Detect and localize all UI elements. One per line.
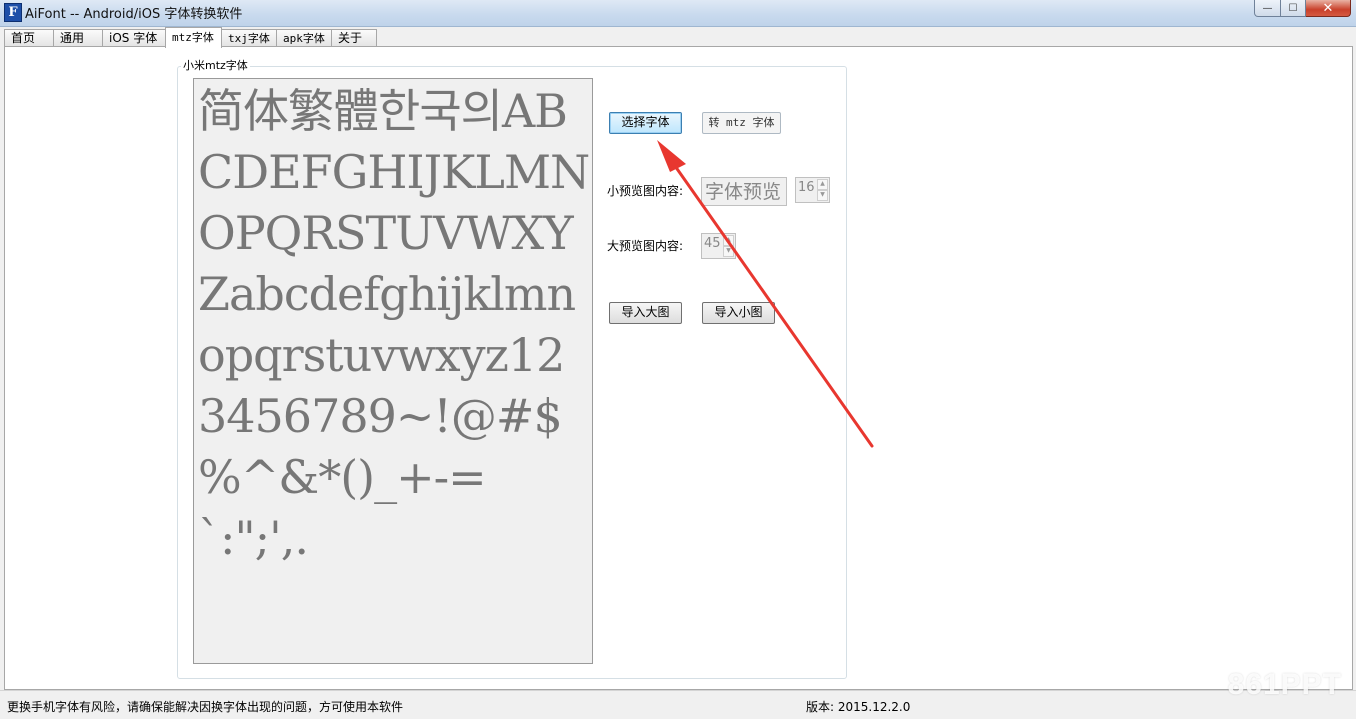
watermark-logo: 861PPT [1227, 668, 1342, 701]
font-preview-box: 简体繁體한국의ABCDEFGHIJKLMNOPQRSTUVWXYZabcdefg… [193, 78, 593, 664]
font-preview-text: 简体繁體한국의ABCDEFGHIJKLMNOPQRSTUVWXYZabcdefg… [198, 84, 590, 565]
close-icon: ✕ [1322, 0, 1334, 16]
convert-mtz-button[interactable]: 转 mtz 字体 [702, 112, 781, 134]
tab-strip: 首页 通用 iOS 字体 mtz字体 txj字体 apk字体 关于 [4, 27, 377, 48]
small-preview-size-value: 16 [798, 180, 815, 195]
minimize-button[interactable]: — [1254, 0, 1281, 17]
tab-mtz-font[interactable]: mtz字体 [165, 27, 222, 48]
large-preview-size-value: 45 [704, 236, 721, 251]
tab-general[interactable]: 通用 [53, 29, 103, 47]
spin-down-icon[interactable]: ▼ [723, 246, 734, 257]
app-icon: F [4, 3, 22, 22]
large-preview-size-spinner[interactable]: 45 ▲ ▼ [701, 233, 736, 259]
maximize-icon: ☐ [1288, 2, 1298, 14]
tab-ios-font[interactable]: iOS 字体 [102, 29, 166, 47]
tab-about[interactable]: 关于 [331, 29, 377, 47]
status-bar: 更换手机字体有风险，请确保能解决因换字体出现的问题，方可使用本软件 版本: 20… [0, 690, 1356, 719]
minimize-icon: — [1262, 2, 1273, 14]
import-large-image-button[interactable]: 导入大图 [609, 302, 682, 324]
title-bar[interactable]: F AiFont -- Android/iOS 字体转换软件 — ☐ ✕ [0, 0, 1356, 27]
spin-up-icon[interactable]: ▲ [817, 179, 828, 190]
group-title: 小米mtz字体 [181, 57, 250, 73]
tab-apk-font[interactable]: apk字体 [276, 29, 332, 47]
tab-txj-font[interactable]: txj字体 [221, 29, 277, 47]
spin-up-icon[interactable]: ▲ [723, 235, 734, 246]
choose-font-button[interactable]: 选择字体 [609, 112, 682, 134]
tab-home[interactable]: 首页 [4, 29, 54, 47]
window-controls: — ☐ ✕ [1254, 0, 1351, 18]
status-version: 版本: 2015.12.2.0 [806, 700, 911, 714]
large-preview-label: 大预览图内容: [607, 239, 684, 253]
small-preview-input[interactable]: 字体预览 [701, 177, 787, 206]
close-button[interactable]: ✕ [1306, 0, 1351, 17]
window-title: AiFont -- Android/iOS 字体转换软件 [25, 7, 243, 22]
status-warning: 更换手机字体有风险，请确保能解决因换字体出现的问题，方可使用本软件 [7, 700, 404, 714]
small-preview-size-spinner[interactable]: 16 ▲ ▼ [795, 177, 830, 203]
spin-down-icon[interactable]: ▼ [817, 190, 828, 201]
import-small-image-button[interactable]: 导入小图 [702, 302, 775, 324]
small-preview-label: 小预览图内容: [607, 184, 684, 198]
maximize-button[interactable]: ☐ [1281, 0, 1306, 17]
